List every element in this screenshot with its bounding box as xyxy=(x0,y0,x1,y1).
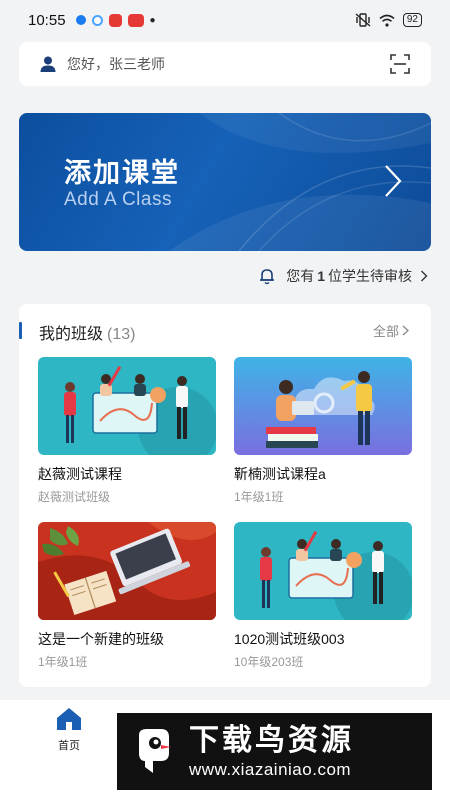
my-classes-panel: 我的班级 (13) 全部 赵薇测试课程 赵薇测试班级 靳楠测试课程a 1年级1班… xyxy=(19,304,431,687)
watermark-title: 下载鸟资源 xyxy=(189,723,354,757)
class-count: (13) xyxy=(107,326,136,343)
section-title: 我的班级 (13) xyxy=(39,320,135,344)
app-notification-icon xyxy=(127,13,144,27)
app-notification-icon xyxy=(108,13,122,27)
section-title-text: 我的班级 xyxy=(39,326,104,343)
class-card[interactable]: 靳楠测试课程a 1年级1班 xyxy=(234,357,412,505)
chevron-right-icon xyxy=(421,270,428,282)
notice-suffix: 位学生待审核 xyxy=(328,268,412,284)
class-card[interactable]: 赵薇测试课程 赵薇测试班级 xyxy=(38,357,216,505)
notice-count: 1 xyxy=(317,268,325,284)
view-all-link[interactable]: 全部 xyxy=(373,321,409,340)
class-grade: 赵薇测试班级 xyxy=(38,490,111,504)
status-indicators: 92 xyxy=(355,13,422,27)
watermark-text: 下载鸟资源 www.xiazainiao.com xyxy=(189,724,354,780)
status-time: 10:55 xyxy=(28,11,66,29)
chevron-right-icon xyxy=(402,325,409,336)
class-card[interactable]: 1020测试班级003 10年级203班 xyxy=(234,522,412,670)
banner-subtitle: Add A Class xyxy=(64,189,172,210)
class-grade: 10年级203班 xyxy=(234,655,304,669)
class-grade: 1年级1班 xyxy=(234,490,284,504)
team-presentation-illustration xyxy=(38,357,216,455)
scan-icon[interactable] xyxy=(389,53,411,75)
wifi-icon xyxy=(379,14,395,27)
class-name: 赵薇测试课程 xyxy=(38,466,122,482)
watermark-url: www.xiazainiao.com xyxy=(189,759,352,779)
bell-icon xyxy=(260,269,275,285)
chevron-right-icon xyxy=(385,165,402,197)
vibrate-icon xyxy=(355,13,371,27)
class-name: 1020测试班级003 xyxy=(234,631,345,647)
more-notifications-icon: ● xyxy=(149,14,156,26)
greeting-card: 您好，张三老师 xyxy=(19,42,431,86)
user-icon xyxy=(40,56,56,72)
view-all-label: 全部 xyxy=(372,324,399,339)
home-icon xyxy=(57,708,81,730)
section-accent-bar xyxy=(19,322,22,339)
team-presentation-illustration xyxy=(234,522,412,620)
class-name: 靳楠测试课程a xyxy=(234,466,326,482)
app-notification-icon xyxy=(75,15,86,25)
teacher-books-illustration xyxy=(234,357,412,455)
class-grade: 1年级1班 xyxy=(38,655,88,669)
class-card[interactable]: 这是一个新建的班级 1年级1班 xyxy=(38,522,216,670)
tab-home-label: 首页 xyxy=(58,740,80,752)
banner-title: 添加课堂 xyxy=(64,158,180,188)
watermark-banner: 下载鸟资源 www.xiazainiao.com xyxy=(117,713,432,790)
greeting-text: 您好，张三老师 xyxy=(67,56,165,72)
bird-logo-icon xyxy=(139,728,171,773)
laptop-desk-illustration xyxy=(38,522,216,620)
status-bar: 10:55 ● 92 xyxy=(0,0,450,40)
notice-prefix: 您有 xyxy=(286,268,315,284)
app-notification-icon xyxy=(91,14,103,26)
status-app-icons: ● xyxy=(75,13,156,27)
pending-review-notice[interactable]: 您有 1 位学生待审核 xyxy=(258,266,428,286)
add-class-banner[interactable]: 添加课堂 Add A Class xyxy=(19,113,431,251)
battery-indicator: 92 xyxy=(402,13,422,27)
class-name: 这是一个新建的班级 xyxy=(38,631,164,647)
tab-home[interactable]: 首页 xyxy=(55,707,83,753)
